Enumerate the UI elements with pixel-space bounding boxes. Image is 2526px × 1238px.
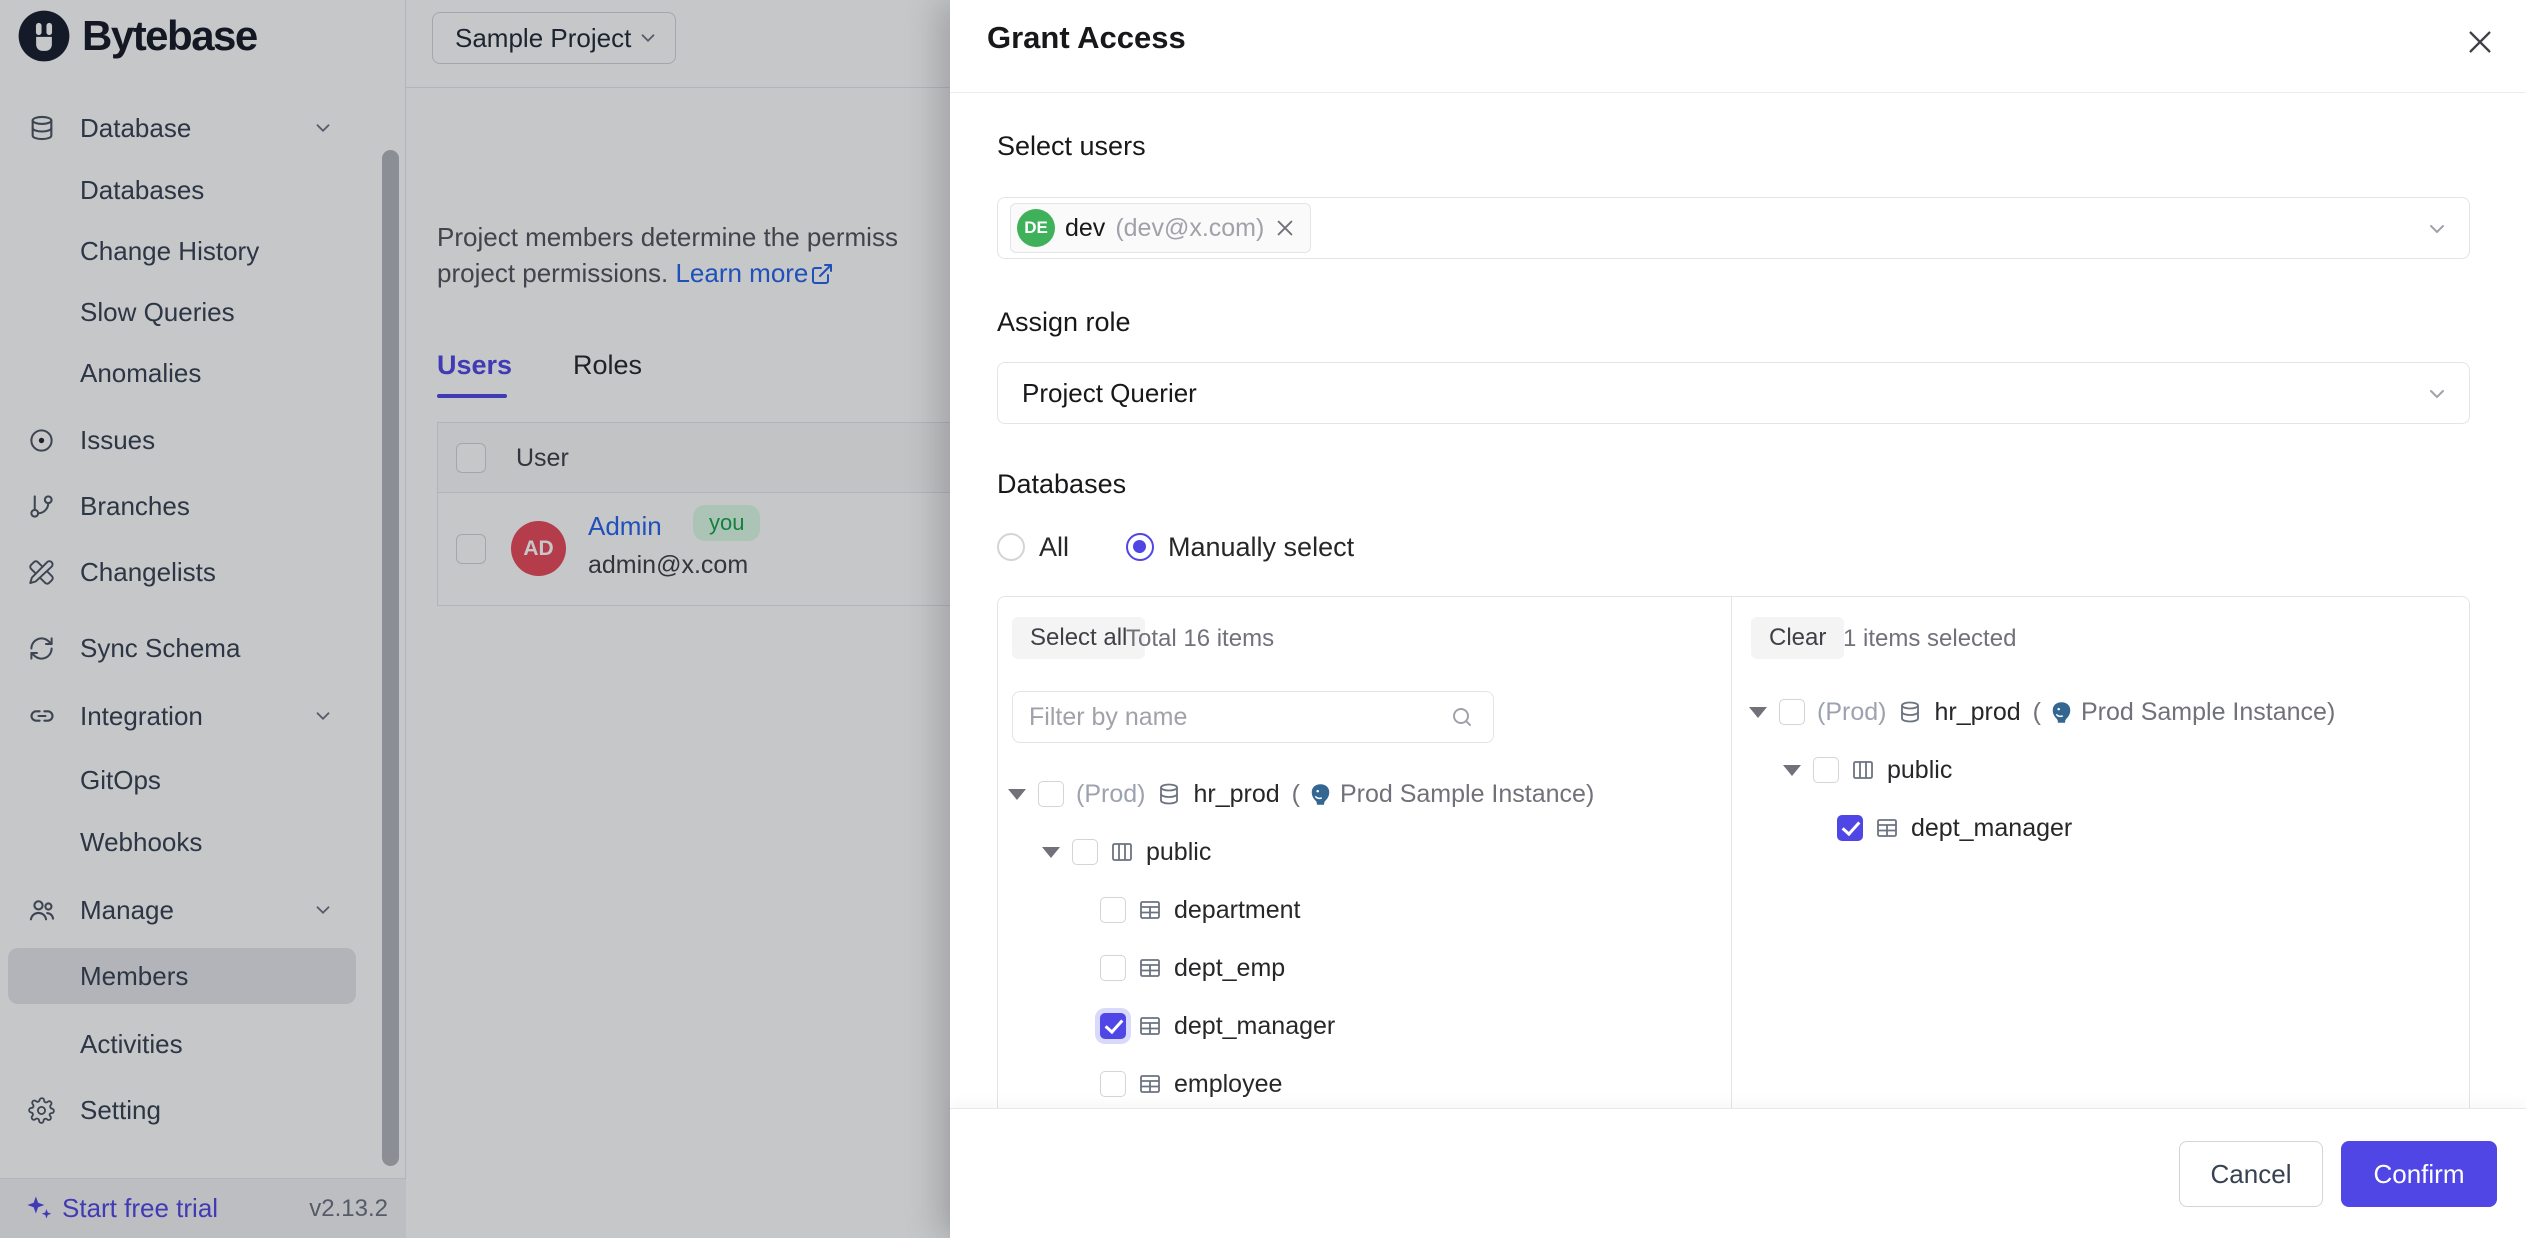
modal-body: Select users DE dev (dev@x.com) Assign r… [950, 93, 2526, 1108]
selected-count-label: 1 items selected [1843, 625, 2016, 653]
schema-icon [1851, 758, 1875, 782]
cancel-button[interactable]: Cancel [2179, 1141, 2323, 1207]
total-items-label: Total 16 items [1126, 625, 1274, 653]
select-users-input[interactable]: DE dev (dev@x.com) [997, 197, 2470, 259]
tree-row-table[interactable]: dept_manager [1731, 808, 2451, 848]
caret-down-icon[interactable] [1042, 847, 1060, 858]
bytebase-app: Bytebase Database Databases Change Histo… [0, 0, 2526, 1238]
postgresql-icon [2049, 700, 2073, 724]
chevron-down-icon [2425, 217, 2449, 241]
radio-manually-select[interactable] [1126, 533, 1154, 561]
databases-label: Databases [997, 469, 1126, 500]
tree-row-table[interactable]: dept_manager [998, 1006, 1718, 1046]
table-icon [1138, 898, 1162, 922]
clear-button[interactable]: Clear [1751, 617, 1844, 659]
modal-footer: Cancel Confirm [950, 1108, 2526, 1238]
checkbox[interactable] [1100, 897, 1126, 923]
avatar: DE [1017, 209, 1055, 247]
assign-role-label: Assign role [997, 307, 1131, 338]
tree-row-schema[interactable]: public [1731, 750, 2451, 790]
confirm-button[interactable]: Confirm [2341, 1141, 2497, 1207]
grant-access-modal: Grant Access Select users DE dev (dev@x.… [950, 0, 2526, 1238]
checkbox[interactable] [1100, 955, 1126, 981]
radio-all[interactable] [997, 533, 1025, 561]
assign-role-select[interactable]: Project Querier [997, 362, 2470, 424]
tree-row-table[interactable]: department [998, 890, 1718, 930]
selected-user-chip: DE dev (dev@x.com) [1010, 203, 1311, 253]
database-icon [1898, 700, 1922, 724]
checkbox[interactable] [1038, 781, 1064, 807]
checkbox[interactable] [1813, 757, 1839, 783]
tree-row-instance[interactable]: (Prod) hr_prod ( Prod Sample Instance) [998, 774, 1718, 814]
schema-icon [1110, 840, 1134, 864]
transfer-panel-divider [1731, 597, 1732, 1108]
caret-down-icon[interactable] [1749, 707, 1767, 718]
table-icon [1138, 1014, 1162, 1038]
table-icon [1138, 1072, 1162, 1096]
filter-by-name-input[interactable] [1012, 691, 1494, 743]
select-users-label: Select users [997, 131, 1146, 162]
table-icon [1875, 816, 1899, 840]
chevron-down-icon [2425, 382, 2449, 406]
checkbox-checked[interactable] [1100, 1013, 1126, 1039]
database-icon [1157, 782, 1181, 806]
tree-row-table[interactable]: employee [998, 1064, 1718, 1104]
radio-all-label: All [1039, 532, 1069, 563]
checkbox[interactable] [1072, 839, 1098, 865]
checkbox[interactable] [1100, 1071, 1126, 1097]
search-icon [1450, 705, 1474, 729]
modal-title: Grant Access [987, 20, 1186, 56]
database-transfer-panel: Select all Total 16 items (Prod) hr_prod… [997, 596, 2470, 1108]
checkbox[interactable] [1779, 699, 1805, 725]
table-icon [1138, 956, 1162, 980]
caret-down-icon[interactable] [1783, 765, 1801, 776]
tree-row-instance[interactable]: (Prod) hr_prod ( Prod Sample Instance) [1731, 692, 2451, 732]
close-icon[interactable] [2464, 26, 2496, 58]
postgresql-icon [1308, 782, 1332, 806]
remove-user-icon[interactable] [1274, 217, 1296, 239]
tree-row-table[interactable]: dept_emp [998, 948, 1718, 988]
caret-down-icon[interactable] [1008, 789, 1026, 800]
checkbox-checked[interactable] [1837, 815, 1863, 841]
radio-manual-label: Manually select [1168, 532, 1354, 563]
tree-row-schema[interactable]: public [998, 832, 1718, 872]
